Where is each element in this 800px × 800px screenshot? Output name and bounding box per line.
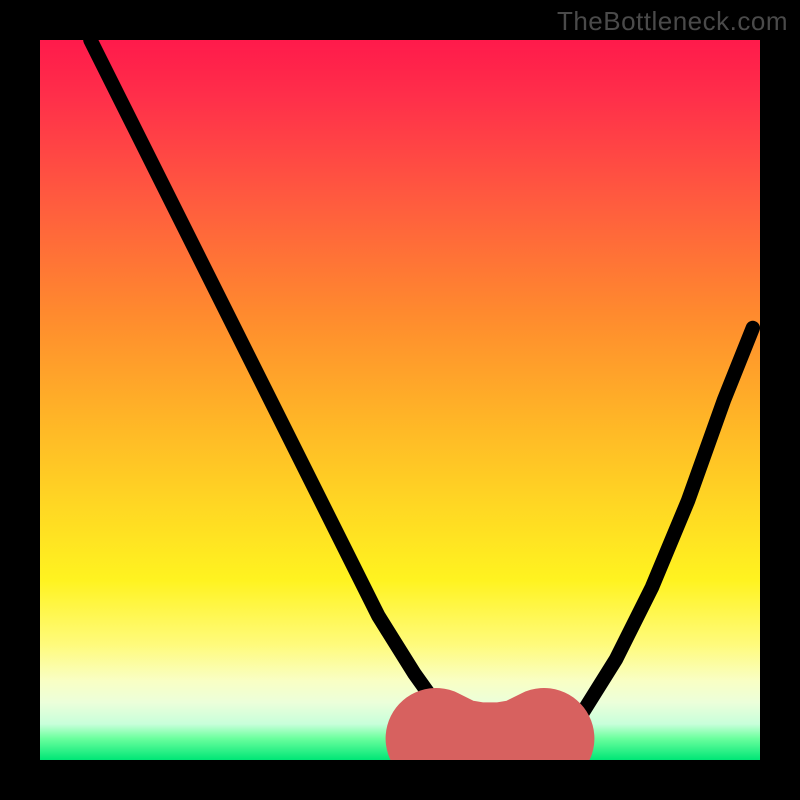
watermark-text: TheBottleneck.com	[557, 6, 788, 37]
plot-area	[40, 40, 760, 760]
chart-frame: TheBottleneck.com	[0, 0, 800, 800]
bottleneck-highlight	[436, 738, 544, 752]
curve-svg	[40, 40, 760, 760]
bottleneck-curve	[90, 40, 752, 753]
